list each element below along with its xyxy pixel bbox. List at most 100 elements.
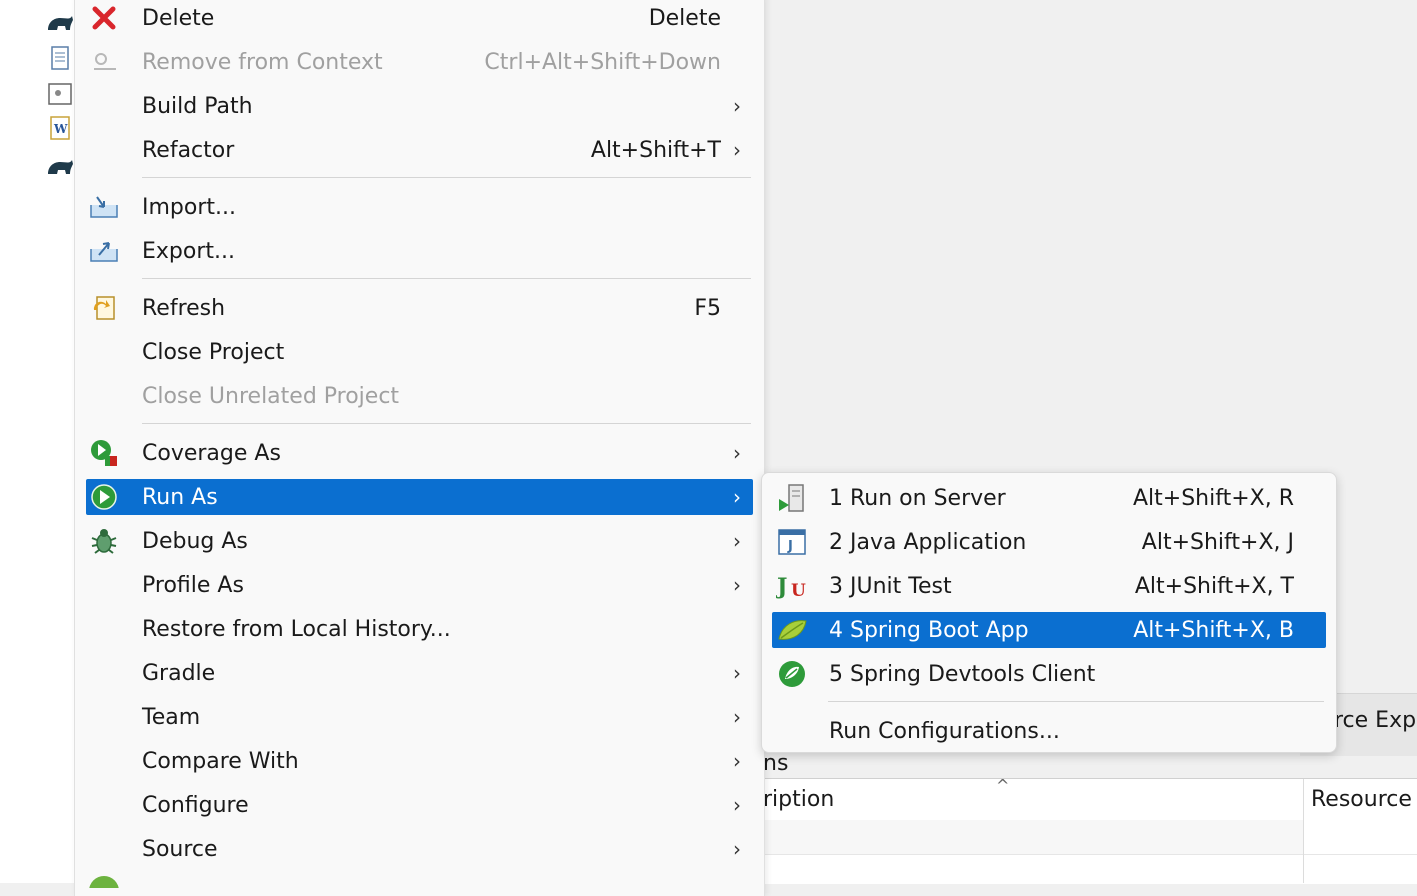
column-header-description[interactable]: ription [763, 787, 834, 812]
menu-item-compare-with[interactable]: Compare With › [86, 743, 753, 779]
context-menu: Delete Delete Remove from Context Ctrl+A… [74, 0, 765, 896]
menu-item-label: Build Path [142, 93, 253, 119]
settings-file-icon [48, 83, 72, 105]
submenu-item-run-configurations[interactable]: Run Configurations... [772, 713, 1326, 749]
menu-item-shortcut: Ctrl+Alt+Shift+Down [484, 49, 721, 75]
menu-item-refresh[interactable]: Refresh F5 [86, 290, 753, 326]
chevron-right-icon: › [733, 661, 741, 685]
menu-item-label: Team [142, 704, 201, 730]
menu-item-label: Close Unrelated Project [142, 383, 400, 409]
menu-item-coverage-as[interactable]: Coverage As › [86, 435, 753, 471]
submenu-item-shortcut: Alt+Shift+X, T [1134, 573, 1294, 599]
submenu-item-shortcut: Alt+Shift+X, B [1133, 617, 1294, 643]
svg-text:U: U [791, 581, 806, 600]
chevron-right-icon: › [733, 837, 741, 861]
chevron-right-icon: › [733, 138, 741, 162]
menu-item-export[interactable]: Export... [86, 233, 753, 269]
coverage-icon [86, 435, 122, 471]
menu-separator [142, 177, 751, 178]
submenu-item-junit-test[interactable]: JU 3 JUnit Test Alt+Shift+X, T [772, 568, 1326, 604]
chevron-right-icon: › [733, 94, 741, 118]
refresh-icon [86, 290, 122, 326]
submenu-item-label: 1 Run on Server [829, 485, 1006, 511]
menu-item-label: Run As [142, 484, 218, 510]
menu-item-source[interactable]: Source › [86, 831, 753, 867]
junit-icon: JU [776, 570, 808, 602]
column-header-resource[interactable]: Resource [1311, 787, 1412, 812]
menu-separator [142, 423, 751, 424]
menu-item-label: Gradle [142, 660, 216, 686]
project-explorer-strip: W [0, 0, 74, 883]
chevron-right-icon: › [733, 705, 741, 729]
menu-item-debug-as[interactable]: Debug As › [86, 523, 753, 559]
menu-item-refactor[interactable]: Refactor Alt+Shift+T › [86, 132, 753, 168]
menu-item-label: Refactor [142, 137, 235, 163]
chevron-right-icon: › [733, 529, 741, 553]
column-divider[interactable] [1303, 779, 1304, 883]
chevron-right-icon: › [733, 793, 741, 817]
java-app-icon: J [776, 526, 808, 558]
menu-item-gradle[interactable]: Gradle › [86, 655, 753, 691]
chevron-right-icon: › [733, 485, 741, 509]
menu-item-close-unrelated-project[interactable]: Close Unrelated Project [86, 378, 753, 414]
remove-context-icon [86, 44, 122, 80]
import-icon [86, 189, 122, 225]
submenu-item-label: 5 Spring Devtools Client [829, 661, 1096, 687]
export-icon [86, 233, 122, 269]
source-explorer-tab[interactable]: rce Expl [1334, 708, 1417, 733]
menu-item-remove-from-context[interactable]: Remove from Context Ctrl+Alt+Shift+Down [86, 44, 753, 80]
menu-item-shortcut: Alt+Shift+T [590, 137, 721, 163]
menu-item-import[interactable]: Import... [86, 189, 753, 225]
run-icon [86, 479, 122, 515]
gradle-elephant-icon [48, 16, 73, 30]
svg-text:W: W [53, 122, 68, 136]
menu-item-close-project[interactable]: Close Project [86, 334, 753, 370]
submenu-item-shortcut: Alt+Shift+X, J [1141, 529, 1294, 555]
menu-item-run-as[interactable]: Run As › [86, 479, 753, 515]
submenu-item-java-application[interactable]: J 2 Java Application Alt+Shift+X, J [772, 524, 1326, 560]
menu-item-label: Import... [142, 194, 236, 220]
menu-item-profile-as[interactable]: Profile As › [86, 567, 753, 603]
menu-item-label: Debug As [142, 528, 248, 554]
submenu-item-label: 3 JUnit Test [829, 573, 952, 599]
submenu-item-spring-boot-app[interactable]: 4 Spring Boot App Alt+Shift+X, B [772, 612, 1326, 648]
menu-item-label: Export... [142, 238, 235, 264]
document-icon [51, 46, 69, 70]
submenu-item-label: Run Configurations... [829, 718, 1060, 744]
menu-item-label: Remove from Context [142, 49, 383, 75]
svg-text:J: J [776, 574, 787, 600]
server-icon [776, 482, 808, 514]
menu-item-label: Refresh [142, 295, 226, 321]
submenu-item-run-on-server[interactable]: 1 Run on Server Alt+Shift+X, R [772, 480, 1326, 516]
devtools-icon [776, 658, 808, 690]
delete-icon [86, 0, 122, 36]
menu-item-configure[interactable]: Configure › [86, 787, 753, 823]
submenu-item-spring-devtools-client[interactable]: 5 Spring Devtools Client [772, 656, 1326, 692]
menu-item-delete[interactable]: Delete Delete [86, 0, 753, 36]
debug-bug-icon [86, 523, 122, 559]
spring-icon [89, 876, 119, 888]
spring-leaf-icon [776, 614, 808, 646]
view-title: ns [763, 751, 789, 776]
menu-item-build-path[interactable]: Build Path › [86, 88, 753, 124]
menu-item-restore-local-history[interactable]: Restore from Local History... [86, 611, 753, 647]
menu-item-shortcut: F5 [694, 295, 721, 321]
menu-item-label: Restore from Local History... [142, 616, 451, 642]
word-doc-icon: W [50, 116, 70, 140]
menu-item-label: Close Project [142, 339, 285, 365]
sort-indicator-icon: ^ [996, 776, 1010, 795]
menu-item-shortcut: Delete [648, 5, 721, 31]
submenu-item-shortcut: Alt+Shift+X, R [1132, 485, 1294, 511]
submenu-separator [828, 701, 1324, 702]
chevron-right-icon: › [733, 573, 741, 597]
menu-separator [142, 278, 751, 279]
menu-item-label: Coverage As [142, 440, 281, 466]
menu-item-label: Delete [142, 5, 215, 31]
chevron-right-icon: › [733, 749, 741, 773]
menu-item-team[interactable]: Team › [86, 699, 753, 735]
menu-item-label: Compare With [142, 748, 299, 774]
submenu-item-label: 2 Java Application [829, 529, 1027, 555]
run-as-submenu: 1 Run on Server Alt+Shift+X, R J 2 Java … [761, 472, 1337, 753]
table-row[interactable] [763, 820, 1303, 854]
menu-item-label: Configure [142, 792, 249, 818]
